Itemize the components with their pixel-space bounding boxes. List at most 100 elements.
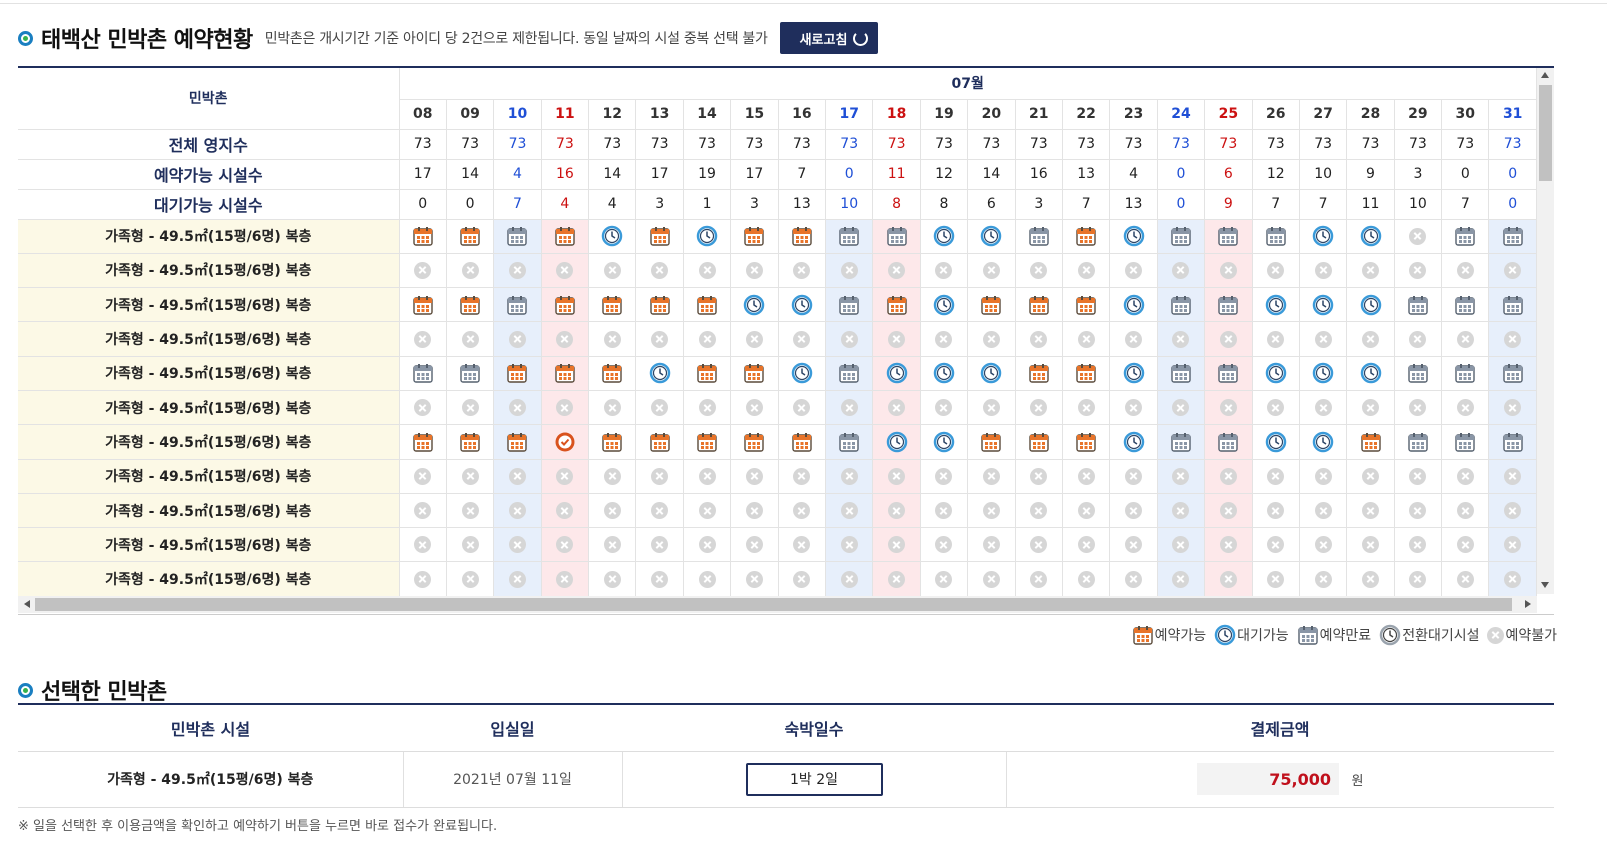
day-cell[interactable]: [967, 424, 1016, 460]
calendar-available-icon[interactable]: [412, 294, 434, 316]
calendar-available-icon[interactable]: [791, 431, 813, 453]
day-cell[interactable]: [446, 424, 495, 460]
day-cell[interactable]: [1346, 219, 1395, 254]
day-cell[interactable]: [541, 219, 590, 254]
calendar-available-icon[interactable]: [886, 294, 908, 316]
calendar-available-icon[interactable]: [459, 294, 481, 316]
calendar-available-icon[interactable]: [412, 431, 434, 453]
clock-waitable-icon[interactable]: [791, 362, 813, 384]
calendar-available-icon[interactable]: [1075, 362, 1097, 384]
day-cell[interactable]: [1346, 356, 1395, 391]
clock-waitable-icon[interactable]: [649, 362, 671, 384]
day-cell[interactable]: [635, 356, 684, 391]
day-cell[interactable]: [1299, 219, 1348, 254]
day-cell[interactable]: [1252, 424, 1300, 460]
day-cell[interactable]: [920, 219, 969, 254]
calendar-available-icon[interactable]: [554, 294, 576, 316]
horizontal-scroll-thumb[interactable]: [35, 598, 1512, 611]
selected-check-icon[interactable]: [554, 431, 576, 453]
clock-waitable-icon[interactable]: [1360, 225, 1382, 247]
day-cell[interactable]: [446, 219, 495, 254]
clock-waitable-icon[interactable]: [933, 362, 955, 384]
day-cell[interactable]: [1015, 287, 1063, 323]
day-cell[interactable]: [1062, 424, 1111, 460]
clock-waitable-icon[interactable]: [886, 431, 908, 453]
clock-waitable-icon[interactable]: [1265, 294, 1287, 316]
day-cell[interactable]: [1109, 356, 1158, 391]
horizontal-scrollbar[interactable]: [18, 596, 1537, 613]
clock-waitable-icon[interactable]: [791, 294, 813, 316]
calendar-available-icon[interactable]: [696, 362, 718, 384]
clock-waitable-icon[interactable]: [933, 431, 955, 453]
vertical-scroll-thumb[interactable]: [1539, 85, 1552, 181]
clock-waitable-icon[interactable]: [1265, 362, 1287, 384]
clock-waitable-icon[interactable]: [933, 225, 955, 247]
day-cell[interactable]: [1109, 219, 1158, 254]
day-cell[interactable]: [778, 424, 827, 460]
scroll-right-icon[interactable]: [1525, 600, 1531, 608]
day-cell[interactable]: [588, 287, 637, 323]
calendar-available-icon[interactable]: [1360, 431, 1382, 453]
calendar-available-icon[interactable]: [1075, 294, 1097, 316]
day-cell[interactable]: [588, 356, 637, 391]
day-cell[interactable]: [872, 287, 921, 323]
day-cell[interactable]: [967, 356, 1016, 391]
day-cell[interactable]: [399, 219, 447, 254]
clock-waitable-icon[interactable]: [601, 225, 623, 247]
day-cell[interactable]: [1062, 287, 1111, 323]
calendar-available-icon[interactable]: [506, 362, 528, 384]
clock-waitable-icon[interactable]: [933, 294, 955, 316]
day-cell[interactable]: [635, 219, 684, 254]
clock-waitable-icon[interactable]: [1312, 225, 1334, 247]
calendar-available-icon[interactable]: [696, 294, 718, 316]
day-cell[interactable]: [1109, 287, 1158, 323]
clock-waitable-icon[interactable]: [980, 225, 1002, 247]
calendar-available-icon[interactable]: [459, 225, 481, 247]
calendar-available-icon[interactable]: [506, 431, 528, 453]
day-cell[interactable]: [1252, 356, 1300, 391]
day-cell[interactable]: [1252, 287, 1300, 323]
clock-waitable-icon[interactable]: [886, 362, 908, 384]
day-cell[interactable]: [1015, 356, 1063, 391]
calendar-available-icon[interactable]: [743, 362, 765, 384]
calendar-available-icon[interactable]: [980, 431, 1002, 453]
clock-waitable-icon[interactable]: [1312, 431, 1334, 453]
day-cell[interactable]: [683, 356, 732, 391]
day-cell[interactable]: [967, 287, 1016, 323]
calendar-available-icon[interactable]: [459, 431, 481, 453]
day-cell[interactable]: [1346, 424, 1395, 460]
day-cell[interactable]: [399, 287, 447, 323]
day-cell[interactable]: [588, 219, 637, 254]
refresh-button[interactable]: 새로고침: [779, 22, 879, 54]
day-cell[interactable]: [967, 219, 1016, 254]
day-cell[interactable]: [920, 356, 969, 391]
calendar-available-icon[interactable]: [791, 225, 813, 247]
day-cell[interactable]: [1299, 287, 1348, 323]
day-cell[interactable]: [446, 287, 495, 323]
day-cell[interactable]: [1062, 356, 1111, 391]
day-cell[interactable]: [683, 287, 732, 323]
calendar-available-icon[interactable]: [980, 294, 1002, 316]
day-cell[interactable]: [683, 424, 732, 460]
calendar-available-icon[interactable]: [696, 431, 718, 453]
day-cell[interactable]: [683, 219, 732, 254]
day-cell[interactable]: [399, 424, 447, 460]
clock-waitable-icon[interactable]: [1123, 225, 1145, 247]
calendar-available-icon[interactable]: [601, 431, 623, 453]
day-cell[interactable]: [872, 424, 921, 460]
scroll-down-icon[interactable]: [1541, 582, 1549, 588]
calendar-available-icon[interactable]: [601, 362, 623, 384]
day-cell[interactable]: [872, 356, 921, 391]
day-cell[interactable]: [541, 356, 590, 391]
day-cell[interactable]: [1346, 287, 1395, 323]
day-cell[interactable]: [493, 356, 542, 391]
day-cell[interactable]: [541, 424, 590, 460]
calendar-available-icon[interactable]: [601, 294, 623, 316]
day-cell[interactable]: [1299, 424, 1348, 460]
calendar-available-icon[interactable]: [412, 225, 434, 247]
day-cell[interactable]: [730, 219, 779, 254]
day-cell[interactable]: [778, 219, 827, 254]
calendar-available-icon[interactable]: [1028, 431, 1050, 453]
day-cell[interactable]: [1062, 219, 1111, 254]
clock-waitable-icon[interactable]: [1123, 431, 1145, 453]
